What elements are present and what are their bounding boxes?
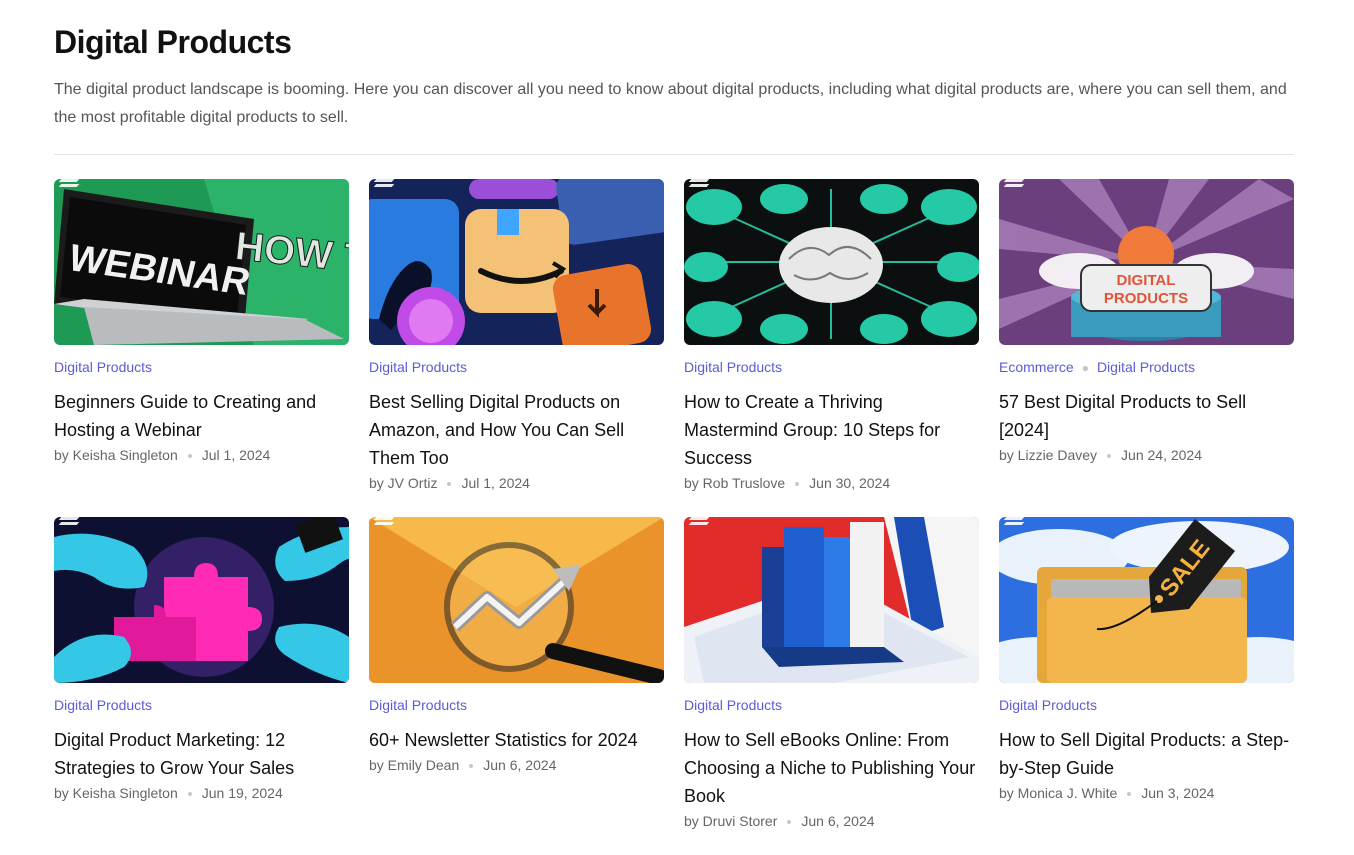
- category-separator: ●: [1081, 361, 1089, 375]
- article-meta: by Emily Dean Jun 6, 2024: [369, 757, 664, 773]
- article-date: Jun 24, 2024: [1121, 447, 1203, 463]
- digital-products-phone-image: DIGITAL PRODUCTS: [999, 179, 1294, 345]
- category-link[interactable]: Digital Products: [54, 359, 152, 375]
- meta-separator: [1127, 792, 1132, 797]
- article-categories: Digital Products: [369, 697, 664, 715]
- article-title[interactable]: 57 Best Digital Products to Sell [2024]: [999, 388, 1294, 444]
- article-meta: by Keisha Singleton Jul 1, 2024: [54, 447, 349, 463]
- amazon-apps-image: [369, 179, 664, 345]
- phone-text-2: PRODUCTS: [1104, 290, 1188, 307]
- brand-corner-icon: [58, 179, 82, 189]
- brand-corner-icon: [1003, 517, 1027, 527]
- article-date: Jun 3, 2024: [1141, 785, 1215, 801]
- category-link[interactable]: Ecommerce: [999, 359, 1074, 375]
- article-categories: Digital Products: [369, 359, 664, 377]
- article-card[interactable]: Digital Products How to Sell eBooks Onli…: [684, 517, 979, 855]
- article-categories: Digital Products: [684, 359, 979, 377]
- article-categories: Digital Products: [999, 697, 1294, 715]
- brand-corner-icon: [1003, 179, 1027, 189]
- article-author[interactable]: by Lizzie Davey: [999, 447, 1097, 463]
- category-link[interactable]: Digital Products: [369, 359, 467, 375]
- article-categories: Digital Products: [54, 697, 349, 715]
- article-title[interactable]: How to Sell Digital Products: a Step-by-…: [999, 726, 1294, 782]
- phone-text-1: DIGITAL: [1117, 272, 1176, 289]
- envelope-magnifier-image: [369, 517, 664, 683]
- brand-corner-icon: [58, 517, 82, 527]
- ebooks-phone-image: [684, 517, 979, 683]
- article-card[interactable]: WEBINAR HOW TO Digital Products Beginner…: [54, 179, 349, 517]
- article-thumbnail-marketing[interactable]: [54, 517, 349, 683]
- article-thumbnail-mastermind[interactable]: [684, 179, 979, 345]
- puzzle-hands-image: [54, 517, 349, 683]
- article-title[interactable]: How to Sell eBooks Online: From Choosing…: [684, 726, 979, 810]
- category-link[interactable]: Digital Products: [1097, 359, 1195, 375]
- article-title[interactable]: Digital Product Marketing: 12 Strategies…: [54, 726, 349, 782]
- category-link[interactable]: Digital Products: [684, 697, 782, 713]
- article-title[interactable]: How to Create a Thriving Mastermind Grou…: [684, 388, 979, 472]
- article-categories: Ecommerce ● Digital Products: [999, 359, 1294, 377]
- article-date: Jul 1, 2024: [201, 447, 271, 463]
- article-thumbnail-webinar[interactable]: WEBINAR HOW TO: [54, 179, 349, 345]
- article-card[interactable]: SALE Digital Products How to Sell Digita…: [999, 517, 1294, 855]
- article-date: Jun 6, 2024: [801, 813, 875, 829]
- article-date: Jul 1, 2024: [461, 475, 530, 491]
- divider: [54, 154, 1294, 155]
- article-card[interactable]: Digital Products How to Create a Thrivin…: [684, 179, 979, 517]
- article-meta: by Lizzie Davey Jun 24, 2024: [999, 447, 1294, 463]
- article-author[interactable]: by JV Ortiz: [369, 475, 437, 491]
- article-thumbnail-amazon[interactable]: [369, 179, 664, 345]
- article-title[interactable]: Beginners Guide to Creating and Hosting …: [54, 388, 349, 444]
- article-author[interactable]: by Druvi Storer: [684, 813, 777, 829]
- meta-separator: [447, 482, 452, 487]
- article-author[interactable]: by Rob Truslove: [684, 475, 785, 491]
- article-date: Jun 19, 2024: [201, 785, 283, 801]
- meta-separator: [1107, 454, 1112, 459]
- brains-network-image: [684, 179, 979, 345]
- article-meta: by Keisha Singleton Jun 19, 2024: [54, 785, 349, 801]
- brand-corner-icon: [373, 179, 397, 189]
- category-link[interactable]: Digital Products: [369, 697, 467, 713]
- brand-corner-icon: [688, 517, 712, 527]
- article-thumbnail-ebooks[interactable]: [684, 517, 979, 683]
- meta-separator: [187, 454, 192, 459]
- meta-separator: [795, 482, 800, 487]
- article-author[interactable]: by Keisha Singleton: [54, 785, 178, 801]
- meta-separator: [469, 764, 474, 769]
- category-link[interactable]: Digital Products: [999, 697, 1097, 713]
- article-date: Jun 6, 2024: [483, 757, 557, 773]
- article-card[interactable]: Digital Products Best Selling Digital Pr…: [369, 179, 664, 517]
- article-card[interactable]: Digital Products 60+ Newsletter Statisti…: [369, 517, 664, 855]
- article-categories: Digital Products: [54, 359, 349, 377]
- page-title: Digital Products: [54, 24, 292, 60]
- brand-corner-icon: [373, 517, 397, 527]
- category-link[interactable]: Digital Products: [54, 697, 152, 713]
- article-thumbnail-newsletter[interactable]: [369, 517, 664, 683]
- article-card[interactable]: Digital Products Digital Product Marketi…: [54, 517, 349, 855]
- article-categories: Digital Products: [684, 697, 979, 715]
- article-meta: by Monica J. White Jun 3, 2024: [999, 785, 1294, 801]
- folder-sale-tag-image: SALE: [999, 517, 1294, 683]
- article-title[interactable]: Best Selling Digital Products on Amazon,…: [369, 388, 664, 472]
- meta-separator: [787, 820, 792, 825]
- article-meta: by JV Ortiz Jul 1, 2024: [369, 475, 664, 491]
- meta-separator: [187, 792, 192, 797]
- article-author[interactable]: by Emily Dean: [369, 757, 459, 773]
- webinar-laptop-image: WEBINAR HOW TO: [54, 179, 349, 345]
- article-meta: by Druvi Storer Jun 6, 2024: [684, 813, 979, 829]
- article-meta: by Rob Truslove Jun 30, 2024: [684, 475, 979, 491]
- article-title[interactable]: 60+ Newsletter Statistics for 2024: [369, 726, 664, 754]
- category-link[interactable]: Digital Products: [684, 359, 782, 375]
- article-thumbnail-digital-products[interactable]: DIGITAL PRODUCTS: [999, 179, 1294, 345]
- article-author[interactable]: by Keisha Singleton: [54, 447, 178, 463]
- article-thumbnail-sell-digital[interactable]: SALE: [999, 517, 1294, 683]
- article-author[interactable]: by Monica J. White: [999, 785, 1117, 801]
- page-description: The digital product landscape is booming…: [54, 81, 1287, 126]
- article-card[interactable]: DIGITAL PRODUCTS Ecommerce ● Digital Produ…: [999, 179, 1294, 517]
- brand-corner-icon: [688, 179, 712, 189]
- article-date: Jun 30, 2024: [809, 475, 891, 491]
- article-grid: WEBINAR HOW TO Digital Products Beginner…: [54, 179, 1294, 855]
